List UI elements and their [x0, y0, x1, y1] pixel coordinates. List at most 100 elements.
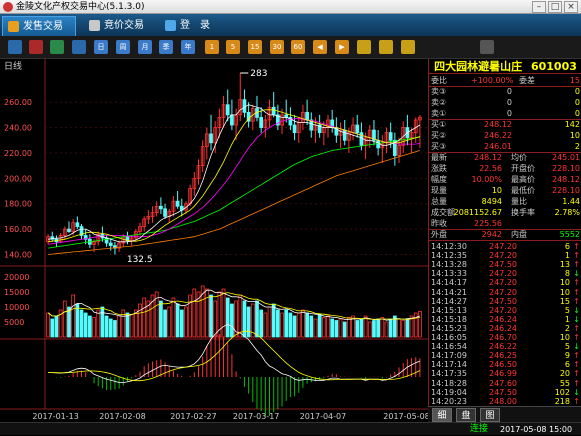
quote-panel: 四大园林避暑山庄 601003 委比 +100.00% 委差 15 卖③ 0 0 卖② 0 0 卖①… [428, 59, 581, 424]
volume-bar [367, 321, 372, 338]
month-button[interactable]: 月 [138, 40, 152, 54]
tab-chart[interactable]: 图 [480, 408, 500, 422]
app-title: 金陵文化产权交易中心(5.1.3.0) [16, 2, 145, 12]
tab-label: 竞价交易 [104, 20, 144, 31]
period-label: 日线 [4, 60, 22, 72]
settings-button[interactable] [480, 40, 494, 54]
tab-detail[interactable]: 细 [432, 408, 452, 422]
volume-bar [292, 315, 297, 338]
grid-button[interactable] [8, 40, 22, 54]
day-button[interactable]: 日 [94, 40, 108, 54]
stat-label: 换手率 [511, 208, 535, 217]
candle [388, 132, 393, 141]
week-button[interactable]: 周 [116, 40, 130, 54]
stat-label: 最低价 [511, 186, 535, 195]
period-15-button[interactable]: 15 [248, 40, 262, 54]
date-tick: 2017-05-08 [383, 412, 428, 421]
ma5-line [48, 104, 421, 243]
volume-bar [129, 314, 134, 338]
kline-chart[interactable]: 日线 260.00 240.00 220.00 200.00 180.00 160.00 14… [0, 59, 430, 422]
stat-value: 10.00% [471, 175, 502, 184]
period-1-button[interactable]: 1 [205, 40, 219, 54]
close-button[interactable]: × [564, 1, 578, 13]
stat-label: 总量 [431, 197, 447, 206]
volume-bar [117, 315, 121, 338]
stat-row: 最新 248.12 均价 245.01 [429, 153, 581, 163]
volume-bar [83, 312, 88, 338]
inner-value: 5552 [559, 230, 580, 239]
period-60-button[interactable]: 60 [291, 40, 305, 54]
outer-value: 2942 [481, 230, 502, 239]
line-chart-button[interactable] [29, 40, 43, 54]
weicha-value: 15 [569, 76, 580, 85]
draw-button[interactable] [401, 40, 415, 54]
zoom-out-button[interactable] [379, 40, 393, 54]
candle [259, 117, 264, 128]
maximize-button[interactable]: □ [548, 1, 562, 13]
stat-row: 现量 10 最低价 228.10 [429, 186, 581, 196]
volume-bar [192, 288, 197, 338]
volume-bar [284, 309, 289, 338]
period-30-button[interactable]: 30 [270, 40, 284, 54]
buy-row: 买③ 246.01 2 [429, 142, 581, 152]
volume-bar [204, 288, 209, 338]
volume-bar [54, 315, 59, 338]
stat-row: 幅度 10.00% 最高价 248.12 [429, 175, 581, 185]
volume-bar [104, 315, 109, 338]
chart-canvas[interactable]: 日线 260.00 240.00 220.00 200.00 180.00 160.00 14… [0, 59, 430, 422]
outer-label: 外盘 [431, 230, 447, 239]
tab-issue-trading[interactable]: 发售交易 [2, 16, 76, 36]
tab-orderbook[interactable]: 盘 [456, 408, 476, 422]
ma120-line [48, 150, 421, 255]
volume-bar [246, 306, 251, 338]
volume-bar [92, 317, 96, 338]
candle-button[interactable] [50, 40, 64, 54]
volume-bar [296, 312, 301, 338]
toolbar: 日周月季年 1 5 15 30 60 ◀ ▶ [0, 36, 581, 59]
issue-trading-icon [8, 21, 19, 32]
volume-bar [401, 320, 406, 338]
period-5-button[interactable]: 5 [226, 40, 240, 54]
minimize-button[interactable]: – [532, 1, 546, 13]
sell-volume: 0 [574, 98, 580, 107]
stat-value: 1.44 [562, 197, 580, 206]
stat-row: 涨跌 22.56 开盘价 228.10 [429, 164, 581, 174]
season-button[interactable]: 季 [159, 40, 173, 54]
buy-price: 248.12 [484, 120, 512, 129]
volume-bar [413, 312, 418, 338]
sell-volume: 0 [574, 87, 580, 96]
volume-bar [317, 314, 322, 338]
volume-bar [267, 306, 272, 338]
status-datetime: 2017-05-08 15:00 [500, 425, 573, 434]
date-tick: 2017-04-07 [300, 412, 347, 421]
stat-label: 均价 [511, 153, 527, 162]
zoom-in-button[interactable] [357, 40, 371, 54]
volume-bar [330, 318, 335, 338]
volume-bar [209, 294, 213, 338]
tab-label: 登 录 [180, 20, 210, 31]
next-button[interactable]: ▶ [335, 40, 349, 54]
volume-bar [138, 303, 142, 338]
volume-bar [142, 297, 147, 338]
webi-row: 委比 +100.00% 委差 15 [429, 76, 581, 86]
volume-bar [179, 309, 184, 338]
divider [429, 240, 581, 241]
minute-button[interactable] [72, 40, 86, 54]
tab-bid-trading[interactable]: 竞价交易 [84, 16, 156, 36]
volume-bar [376, 318, 380, 338]
date-tick: 2017-02-08 [99, 412, 146, 421]
volume-bar [159, 300, 163, 338]
volume-bar [342, 321, 347, 338]
stat-row: 成交额 2081152.67 换手率 2.78% [429, 208, 581, 218]
volume-bar [221, 288, 226, 338]
buy-price: 246.22 [484, 131, 512, 140]
tab-login[interactable]: 登 录 [160, 16, 220, 36]
app-logo-icon [3, 2, 13, 12]
year-button[interactable]: 年 [181, 40, 195, 54]
prev-button[interactable]: ◀ [313, 40, 327, 54]
stat-label: 涨跌 [431, 164, 447, 173]
price-tick: 180.00 [4, 200, 32, 209]
volume-bar [259, 309, 264, 338]
stat-value: 8494 [481, 197, 502, 206]
volume-bar [100, 306, 105, 338]
